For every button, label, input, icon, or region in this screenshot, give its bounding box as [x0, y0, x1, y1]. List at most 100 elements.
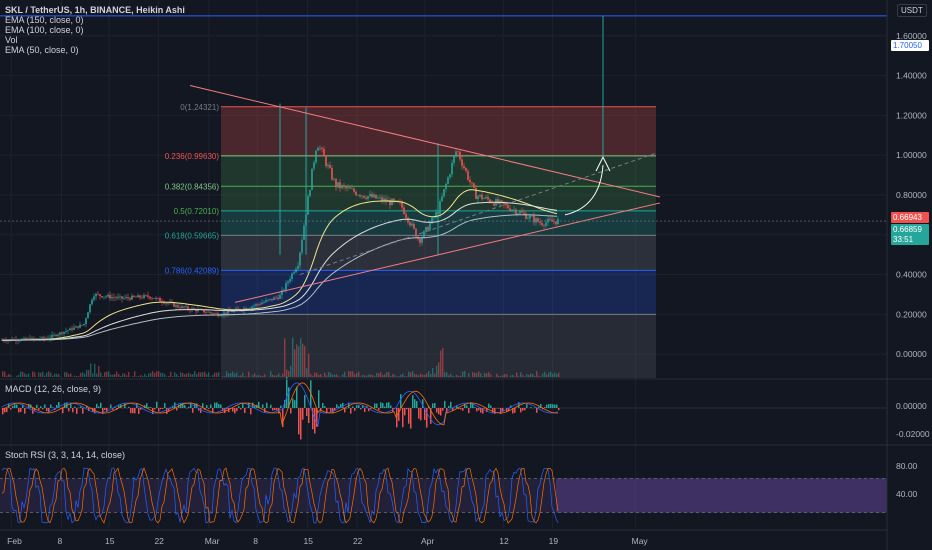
- candle-body: [181, 306, 183, 309]
- legend-ema100[interactable]: EMA (100, close, 0): [5, 25, 185, 35]
- candle-body: [531, 215, 533, 217]
- volume-bar: [44, 375, 46, 377]
- volume-bar: [498, 375, 500, 377]
- candle-body: [117, 296, 119, 299]
- macd-histogram-bar: [406, 408, 408, 410]
- candle-body: [541, 223, 543, 226]
- candle-body: [327, 165, 329, 167]
- volume-bar: [488, 372, 490, 377]
- volume-bar: [350, 371, 352, 377]
- macd-histogram-bar: [330, 408, 332, 413]
- candle-body: [461, 159, 463, 166]
- volume-bar: [286, 369, 288, 377]
- volume-bar: [40, 372, 42, 377]
- macd-histogram-bar: [20, 408, 22, 412]
- candle-body: [95, 293, 97, 297]
- candle-body: [289, 279, 291, 282]
- macd-histogram-bar: [410, 408, 412, 429]
- candle-body: [99, 294, 101, 296]
- candle-body: [465, 168, 467, 172]
- candle-body: [145, 295, 147, 296]
- volume-bar: [372, 375, 374, 377]
- fib-retracement: 0(1.24321) 0.236(0.99630) 0.382(0.84356) 0.…: [165, 103, 656, 378]
- candle-body: [529, 215, 531, 219]
- legend-vol[interactable]: Vol: [5, 35, 185, 45]
- volume-bar: [358, 371, 360, 377]
- candle-body: [101, 295, 103, 298]
- candle-body: [479, 194, 481, 197]
- candle-body: [411, 223, 413, 226]
- candle-body: [255, 304, 257, 306]
- y-tick-label: 0.20000: [896, 309, 927, 319]
- volume-bar: [320, 374, 322, 377]
- volume-bar: [490, 374, 492, 377]
- volume-bar: [202, 372, 204, 377]
- volume-bar: [128, 371, 130, 377]
- volume-bar: [342, 374, 344, 377]
- volume-bar: [344, 371, 346, 377]
- macd-histogram-bar: [468, 408, 470, 414]
- macd-histogram-bar: [520, 408, 522, 413]
- volume-bar: [192, 374, 194, 377]
- candle-body: [107, 294, 109, 297]
- candle-body: [439, 201, 441, 214]
- price-chart[interactable]: 0(1.24321) 0.236(0.99630) 0.382(0.84356) 0.…: [0, 0, 932, 550]
- candle-body: [315, 150, 317, 163]
- currency-label[interactable]: USDT: [897, 4, 927, 17]
- macd-histogram-bar: [322, 402, 324, 408]
- volume-bar: [404, 376, 406, 377]
- volume-bar: [146, 375, 148, 377]
- volume-bar: [410, 372, 412, 377]
- volume-bar: [288, 371, 290, 377]
- macd-histogram-bar: [10, 408, 12, 410]
- volume-bar: [420, 373, 422, 377]
- volume-bar: [416, 374, 418, 377]
- legend-ema50[interactable]: EMA (50, close, 0): [5, 45, 185, 55]
- legend-ema150[interactable]: EMA (150, close, 0): [5, 15, 185, 25]
- volume-bar: [148, 373, 150, 377]
- candle-body: [555, 221, 557, 225]
- macd-histogram-bar: [148, 407, 150, 408]
- candle-body: [67, 330, 69, 332]
- volume-bar: [204, 371, 206, 377]
- volume-bar: [94, 363, 96, 377]
- macd-histogram-bar: [212, 408, 214, 413]
- macd-histogram-bar: [324, 406, 326, 408]
- macd-histogram-bar: [162, 408, 164, 409]
- volume-bar: [190, 374, 192, 377]
- candle-body: [259, 304, 261, 305]
- candle-body: [547, 219, 549, 223]
- candle-body: [257, 304, 259, 305]
- volume-bar: [34, 372, 36, 377]
- volume-bar: [482, 376, 484, 377]
- macd-histogram-bar: [474, 407, 476, 408]
- volume-bar: [366, 375, 368, 377]
- macd-histogram-bar: [360, 408, 362, 410]
- candle-body: [471, 182, 473, 184]
- volume-bar: [106, 371, 108, 377]
- macd-histogram-bar: [46, 408, 48, 412]
- volume-bar: [452, 375, 454, 377]
- volume-bar: [362, 374, 364, 377]
- macd-histogram-bar: [132, 408, 134, 414]
- candle-body: [339, 182, 341, 189]
- macd-histogram-bar: [14, 404, 16, 408]
- volume-bar: [150, 372, 152, 377]
- macd-histogram-bar: [384, 406, 386, 408]
- volume-bar: [252, 375, 254, 377]
- candle-body: [467, 171, 469, 180]
- volume-bar: [484, 372, 486, 377]
- volume-bar: [86, 369, 88, 377]
- x-tick-label: 12: [499, 536, 509, 546]
- candle-body: [211, 312, 213, 314]
- volume-bar: [24, 373, 26, 377]
- rsi-label[interactable]: Stoch RSI (3, 3, 14, 14, close): [5, 450, 125, 460]
- volume-bar: [414, 374, 416, 377]
- macd-histogram-bar: [328, 408, 330, 409]
- candle-body: [85, 318, 87, 324]
- macd-label[interactable]: MACD (12, 26, close, 9): [5, 384, 101, 394]
- macd-histogram-bar: [554, 404, 556, 408]
- volume-bar: [318, 374, 320, 377]
- macd-histogram-bar: [96, 403, 98, 408]
- rsi-y-tick: 40.00: [896, 489, 918, 499]
